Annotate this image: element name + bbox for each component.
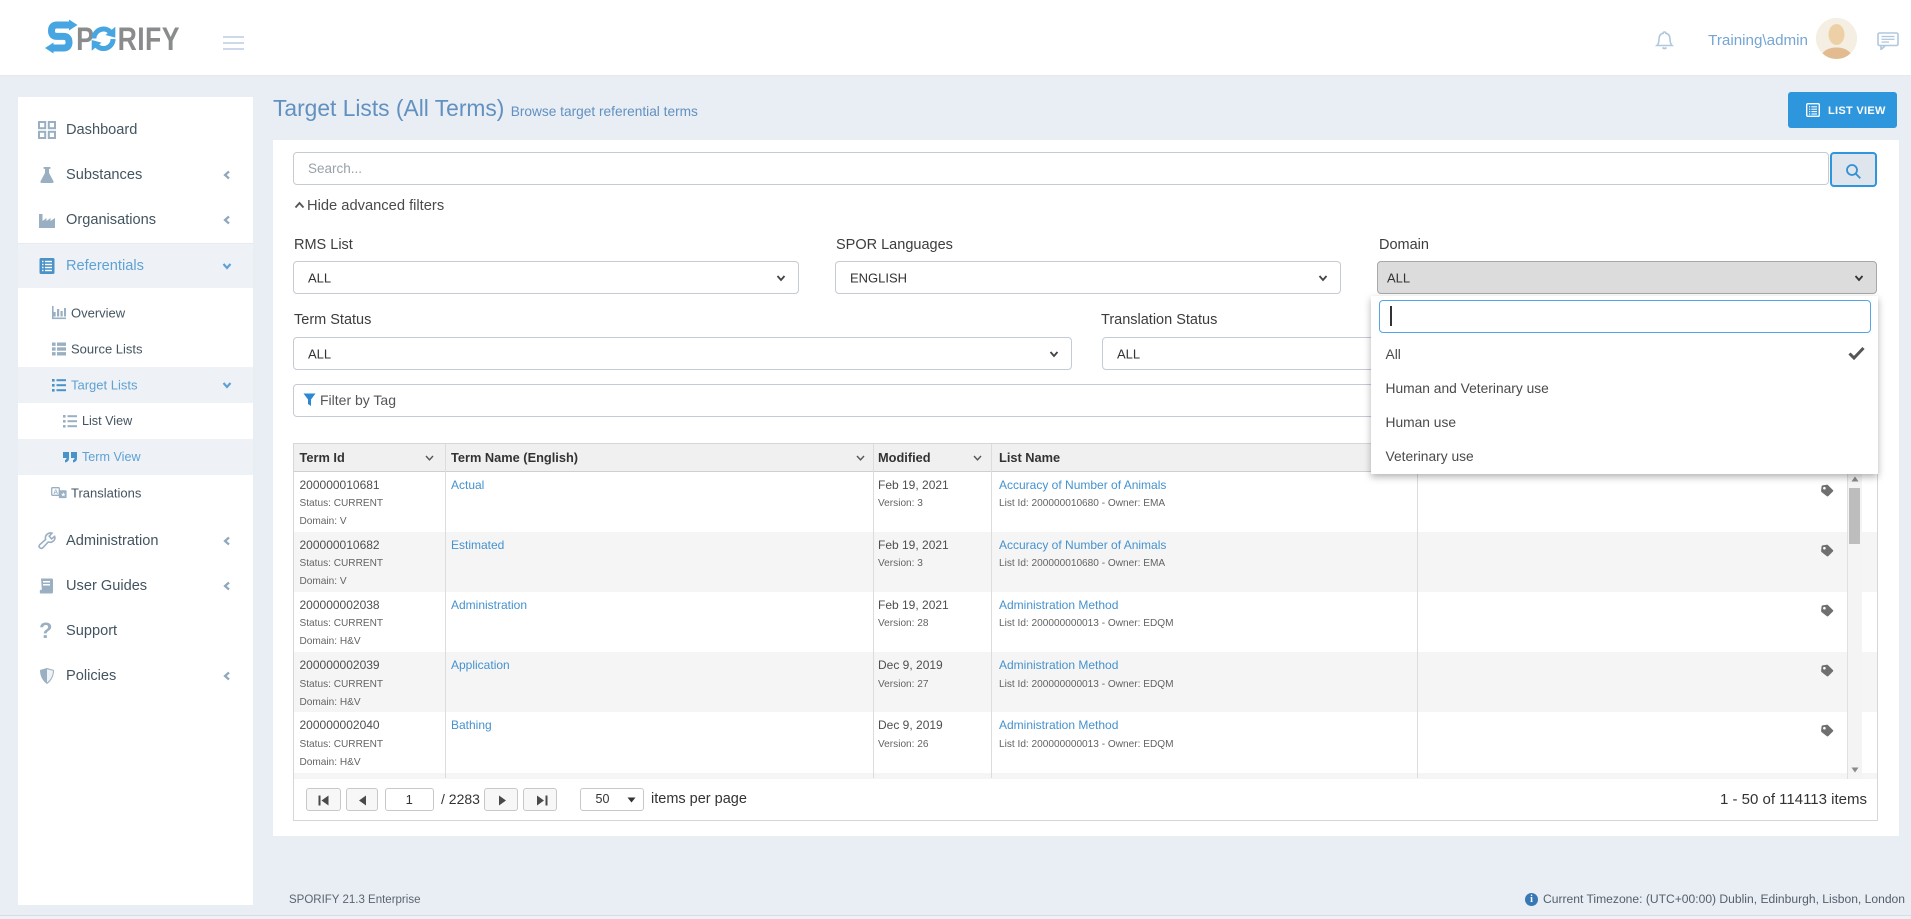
svg-text:A: A <box>53 489 58 496</box>
svg-text:RIFY: RIFY <box>118 22 180 58</box>
svg-text:★: ★ <box>61 492 66 499</box>
svg-text:P: P <box>76 22 94 58</box>
